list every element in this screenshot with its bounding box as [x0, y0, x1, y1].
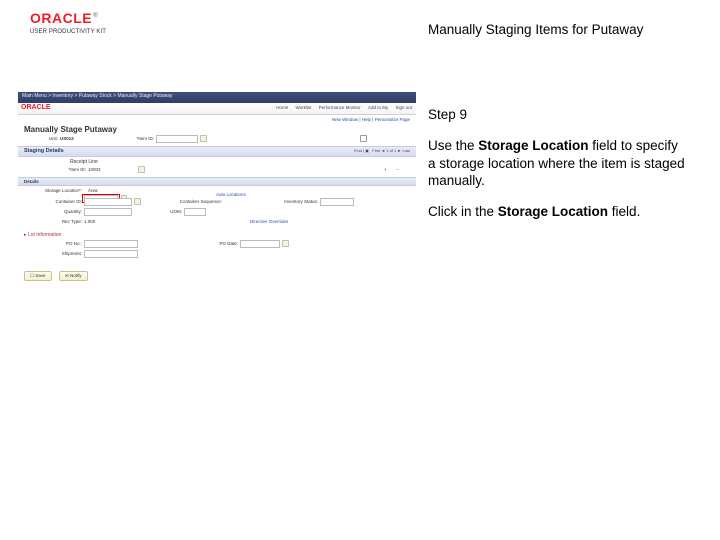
shipment-label: Shipment: — [22, 251, 82, 256]
find-label[interactable]: Find — [354, 148, 362, 153]
storloc-label: Storage Location*: — [22, 188, 82, 193]
link-perfmon[interactable]: Performance Monitor — [319, 105, 361, 110]
staging-details-bar: Staging Details Find | ▣ First ◄ 1 of 1 … — [18, 146, 416, 157]
minus-icon[interactable]: − — [396, 167, 399, 172]
notify-button[interactable]: ✉ Notify — [59, 271, 88, 281]
item-value: 10003 — [88, 167, 101, 172]
container-input[interactable] — [84, 198, 132, 206]
itemid-field[interactable] — [156, 135, 198, 143]
oracle-logo: ORACLE — [30, 10, 92, 26]
itemid-label: *Item ID: — [118, 136, 154, 141]
calendar-icon[interactable] — [282, 240, 289, 247]
logo-subtext: USER PRODUCTIVITY KIT — [30, 29, 106, 35]
item-label: *Item ID: — [46, 167, 86, 172]
recline-value: 1.000 — [84, 219, 95, 224]
view-links: New Window | Help | Personalize Page — [18, 115, 416, 123]
oracle-logo-mini: ORACLE — [21, 104, 51, 111]
rectype-label: Rec Type: — [22, 219, 82, 224]
staging-details-label: Staging Details — [24, 148, 64, 154]
plus-icon[interactable]: + — [384, 167, 387, 172]
uom-input[interactable] — [184, 208, 206, 216]
lot-info: ▸ Lot Information — [18, 228, 416, 240]
txt: Use the — [428, 138, 478, 153]
app-header: ORACLE Home Worklist Performance Monitor… — [18, 103, 416, 115]
instruction-panel: Step 9 Use the Storage Location field to… — [428, 106, 688, 234]
logo-block: ORACLE® USER PRODUCTIVITY KIT — [30, 10, 106, 35]
bold-term: Storage Location — [478, 138, 588, 153]
txt: Click in the — [428, 204, 498, 219]
lookup-icon[interactable] — [200, 135, 207, 142]
container-lookup-icon[interactable] — [134, 198, 141, 205]
page-title: Manually Staging Items for Putaway — [428, 22, 643, 37]
header-links: Home Worklist Performance Monitor Add to… — [270, 105, 412, 110]
link-help[interactable]: Help — [362, 117, 371, 122]
pono-label: PO No.: — [22, 241, 82, 246]
form-title: Manually Stage Putaway — [18, 123, 416, 134]
contseq-label: Container Sequence: — [158, 199, 222, 204]
uom-label: UOM: — [158, 209, 182, 214]
quantity-label: Quantity: — [22, 209, 82, 214]
txt: field. — [608, 204, 640, 219]
last-label[interactable]: Last — [402, 148, 410, 153]
button-row: ☐ Save ✉ Notify — [18, 260, 416, 286]
link-worklist[interactable]: Worklist — [295, 105, 311, 110]
autoloc-link[interactable]: Auto Locations — [216, 192, 246, 197]
directive-link[interactable]: Directive Overrides — [250, 219, 288, 224]
step-number: Step 9 — [428, 106, 688, 123]
notify-label: Notify — [70, 273, 82, 278]
breadcrumb: Main Menu > Inventory > Putaway Stock > … — [18, 92, 416, 103]
area-label: Area — [88, 188, 98, 193]
refresh-icon[interactable] — [360, 135, 367, 142]
details-bar: Details — [18, 177, 416, 186]
instruction-1: Use the Storage Location field to specif… — [428, 137, 688, 189]
bold-term: Storage Location — [498, 204, 608, 219]
link-addtomy[interactable]: Add to My — [368, 105, 388, 110]
invstatus-label: Inventory Status: — [264, 199, 318, 204]
save-button[interactable]: ☐ Save — [24, 271, 52, 281]
save-label: Save — [35, 273, 45, 278]
podate-input[interactable] — [240, 240, 280, 248]
link-home[interactable]: Home — [276, 105, 288, 110]
logo-tm: ® — [93, 13, 97, 19]
unit-label: Unit: — [28, 136, 58, 141]
app-screenshot: Main Menu > Inventory > Putaway Stock > … — [18, 92, 416, 282]
shipment-input[interactable] — [84, 250, 138, 258]
instruction-2: Click in the Storage Location field. — [428, 203, 688, 220]
pono-input[interactable] — [84, 240, 138, 248]
link-signout[interactable]: Sign out — [395, 105, 412, 110]
quantity-input[interactable] — [84, 208, 132, 216]
container-label: Container ID: — [22, 199, 82, 204]
podate-label: PO Date: — [198, 241, 238, 246]
of-label: of 1 — [390, 148, 397, 153]
first-label[interactable]: First — [372, 148, 380, 153]
item-lookup-icon[interactable] — [138, 166, 145, 173]
link-personalize[interactable]: Personalize Page — [375, 117, 410, 122]
invstatus-field[interactable] — [320, 198, 354, 206]
receipt-line-label: Receipt Line — [70, 159, 416, 165]
link-newwindow[interactable]: New Window — [332, 117, 358, 122]
unit-value: US012 — [60, 136, 74, 141]
lot-info-label: Lot Information — [28, 232, 61, 238]
